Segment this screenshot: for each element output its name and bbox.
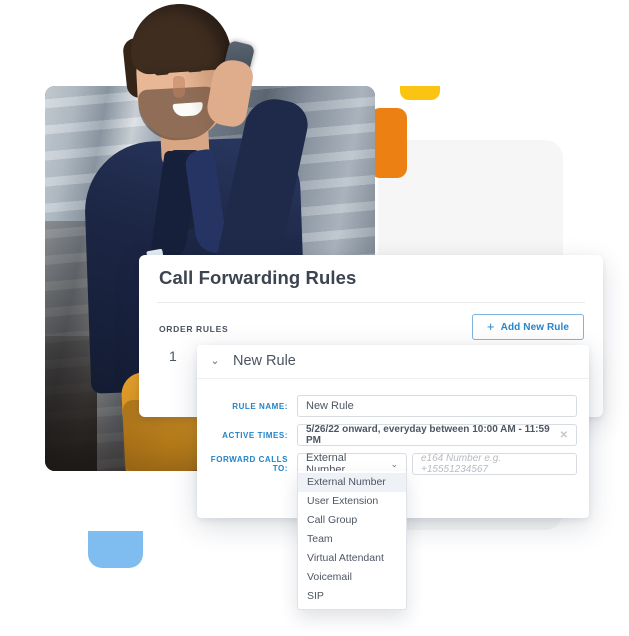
panel-header-divider — [197, 378, 589, 379]
chevron-down-icon: ⌄ — [390, 458, 398, 469]
title-divider — [157, 302, 585, 303]
subject-hair — [127, 0, 233, 76]
page-title: Call Forwarding Rules — [159, 267, 357, 288]
add-new-rule-button[interactable]: + Add New Rule — [472, 314, 584, 340]
subject-brow-left — [152, 59, 174, 67]
orange-square-decoration — [370, 108, 407, 178]
active-times-input[interactable]: 5/26/22 onward, everyday between 10:00 A… — [297, 424, 577, 446]
add-new-rule-label: Add New Rule — [500, 321, 570, 333]
photo-mask-top-right — [375, 0, 629, 86]
photo-shadow-left — [45, 221, 97, 471]
clear-icon[interactable]: ✕ — [554, 430, 568, 441]
column-header-order: ORDER — [159, 324, 194, 334]
forward-calls-to-label: FORWARD CALLS TO: — [210, 455, 288, 473]
rule-name-input[interactable]: New Rule — [297, 395, 577, 417]
marketing-illustration: Call Forwarding Rules ORDER RULES 1 + Ad… — [0, 0, 629, 636]
subject-eye-left — [154, 69, 170, 76]
active-times-value: 5/26/22 onward, everyday between 10:00 A… — [306, 424, 550, 446]
dropdown-option-voicemail[interactable]: Voicemail — [298, 568, 406, 587]
active-times-label: ACTIVE TIMES: — [222, 430, 288, 440]
active-times-row: ACTIVE TIMES: 5/26/22 onward, everyday b… — [197, 424, 589, 446]
forward-type-dropdown-menu: External Number User Extension Call Grou… — [297, 471, 407, 610]
dropdown-option-team[interactable]: Team — [298, 530, 406, 549]
new-rule-title: New Rule — [233, 353, 296, 369]
column-header-rules: RULES — [196, 324, 229, 334]
chevron-down-icon[interactable]: ⌄ — [209, 355, 221, 367]
dropdown-option-user-extension[interactable]: User Extension — [298, 492, 406, 511]
dropdown-option-sip[interactable]: SIP — [298, 587, 406, 606]
e164-number-input[interactable]: e164 Number e.g. +15551234567 — [412, 453, 577, 475]
rule-name-label: RULE NAME: — [232, 401, 288, 411]
rule-name-row: RULE NAME: New Rule — [197, 395, 589, 417]
subject-eye-right — [187, 66, 203, 73]
dropdown-option-external-number[interactable]: External Number — [298, 473, 406, 492]
new-rule-panel-header[interactable]: ⌄ New Rule — [197, 345, 589, 377]
dropdown-option-call-group[interactable]: Call Group — [298, 511, 406, 530]
plus-icon: + — [486, 319, 495, 334]
dropdown-option-virtual-attendant[interactable]: Virtual Attendant — [298, 549, 406, 568]
photo-mask-left — [0, 0, 45, 636]
table-row-order-value: 1 — [169, 348, 177, 364]
subject-brow-right — [184, 57, 206, 63]
